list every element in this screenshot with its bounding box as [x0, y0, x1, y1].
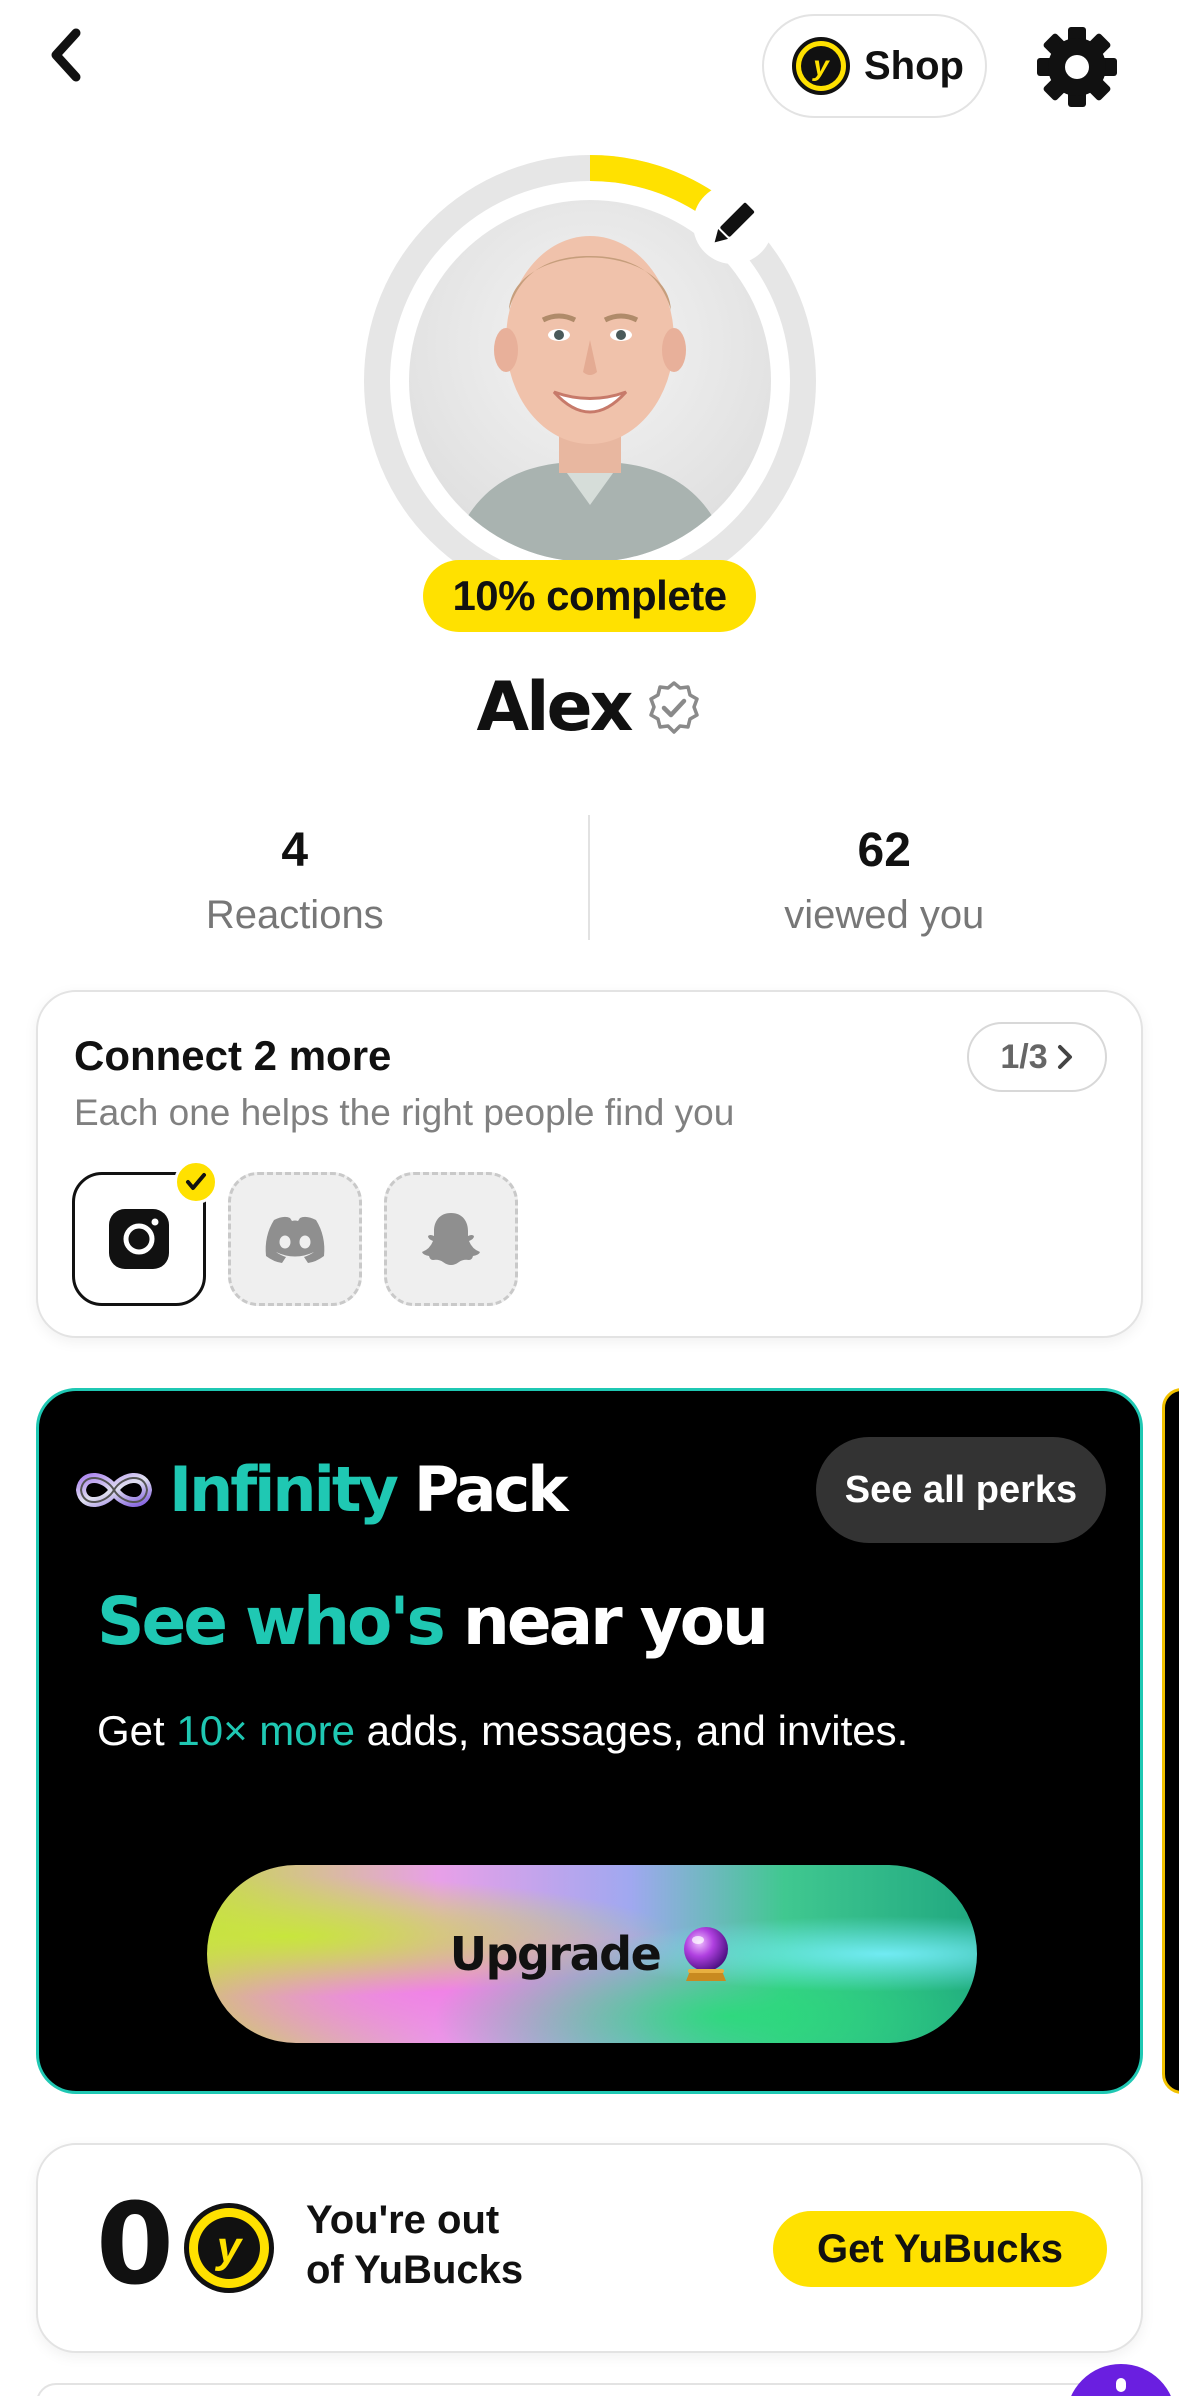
infinity-brand-accent: Infinity	[169, 1453, 399, 1526]
see-all-perks-button[interactable]: See all perks	[816, 1437, 1106, 1543]
yubucks-status-line1: You're out	[306, 2198, 500, 2242]
instagram-icon	[109, 1209, 169, 1269]
next-promo-card[interactable]	[1162, 1388, 1179, 2094]
profile-name: Alex	[476, 668, 634, 747]
connect-progress-button[interactable]: 1/3	[967, 1022, 1107, 1092]
chat-fab-button[interactable]	[1066, 2364, 1176, 2396]
profile-stats: 4 Reactions 62 viewed you	[0, 815, 1179, 940]
connect-title: Connect 2 more	[74, 1032, 392, 1079]
infinity-description: Get 10× more adds, messages, and invites…	[97, 1707, 908, 1755]
snapchat-connect-button[interactable]	[384, 1172, 518, 1306]
viewed-you-stat[interactable]: 62 viewed you	[590, 815, 1179, 940]
discord-connect-button[interactable]	[228, 1172, 362, 1306]
yubucks-count: 0	[96, 2180, 174, 2310]
headline-accent: See who's	[97, 1583, 446, 1660]
connect-accounts-card: Connect 2 more Each one helps the right …	[36, 990, 1143, 1338]
next-card	[36, 2383, 1143, 2396]
profile-completion-badge: 10% complete	[423, 560, 756, 632]
yubucks-status: You're out of YuBucks	[306, 2195, 523, 2295]
shop-label: Shop	[864, 43, 964, 88]
pencil-icon	[714, 202, 755, 243]
upgrade-label: Upgrade	[449, 1927, 662, 1981]
infinity-brand-rest: Pack	[413, 1453, 569, 1526]
stats-divider	[588, 815, 590, 940]
yubucks-coin-icon: y	[184, 2203, 274, 2293]
infinity-pack-card[interactable]: Infinity Pack See all perks See who's ne…	[36, 1388, 1143, 2094]
yubucks-card: 0 y You're out of YuBucks Get YuBucks	[36, 2143, 1143, 2353]
infinity-brand: Infinity Pack	[73, 1453, 569, 1526]
desc-accent: 10× more	[176, 1707, 355, 1754]
yubucks-status-line2: of YuBucks	[306, 2248, 524, 2292]
gear-icon	[1037, 27, 1117, 107]
settings-button[interactable]	[1034, 24, 1120, 110]
profile-name-row: Alex	[0, 668, 1179, 747]
yubucks-coin-icon: y	[792, 37, 850, 95]
connect-subtitle: Each one helps the right people find you	[74, 1092, 735, 1133]
chevron-right-icon	[1057, 1045, 1072, 1069]
upgrade-button[interactable]: Upgrade	[207, 1865, 977, 2043]
viewed-you-label: viewed you	[784, 893, 985, 937]
get-yubucks-button[interactable]: Get YuBucks	[773, 2211, 1107, 2287]
reactions-stat[interactable]: 4 Reactions	[0, 815, 590, 940]
back-button[interactable]	[36, 20, 96, 90]
profile-avatar-ring[interactable]	[363, 154, 817, 608]
snapchat-icon	[422, 1213, 480, 1265]
reactions-label: Reactions	[205, 893, 384, 937]
shop-button[interactable]: y Shop	[762, 14, 987, 118]
desc-suffix: adds, messages, and invites.	[366, 1707, 909, 1754]
desc-prefix: Get	[97, 1707, 165, 1754]
verified-badge-icon[interactable]	[646, 680, 702, 736]
connect-progress-text: 1/3	[1000, 1037, 1048, 1076]
viewed-you-count: 62	[857, 824, 911, 877]
instagram-connected-check	[174, 1160, 218, 1204]
discord-icon	[265, 1216, 325, 1263]
chevron-left-icon	[51, 28, 81, 82]
infinity-icon	[75, 1472, 153, 1507]
headline-rest: near you	[462, 1583, 769, 1660]
checkmark-icon	[186, 1173, 206, 1190]
reactions-count: 4	[281, 824, 309, 877]
edit-profile-button[interactable]	[693, 184, 773, 264]
crystal-ball-icon	[684, 1927, 729, 1981]
infinity-headline: See who's near you	[97, 1583, 769, 1660]
